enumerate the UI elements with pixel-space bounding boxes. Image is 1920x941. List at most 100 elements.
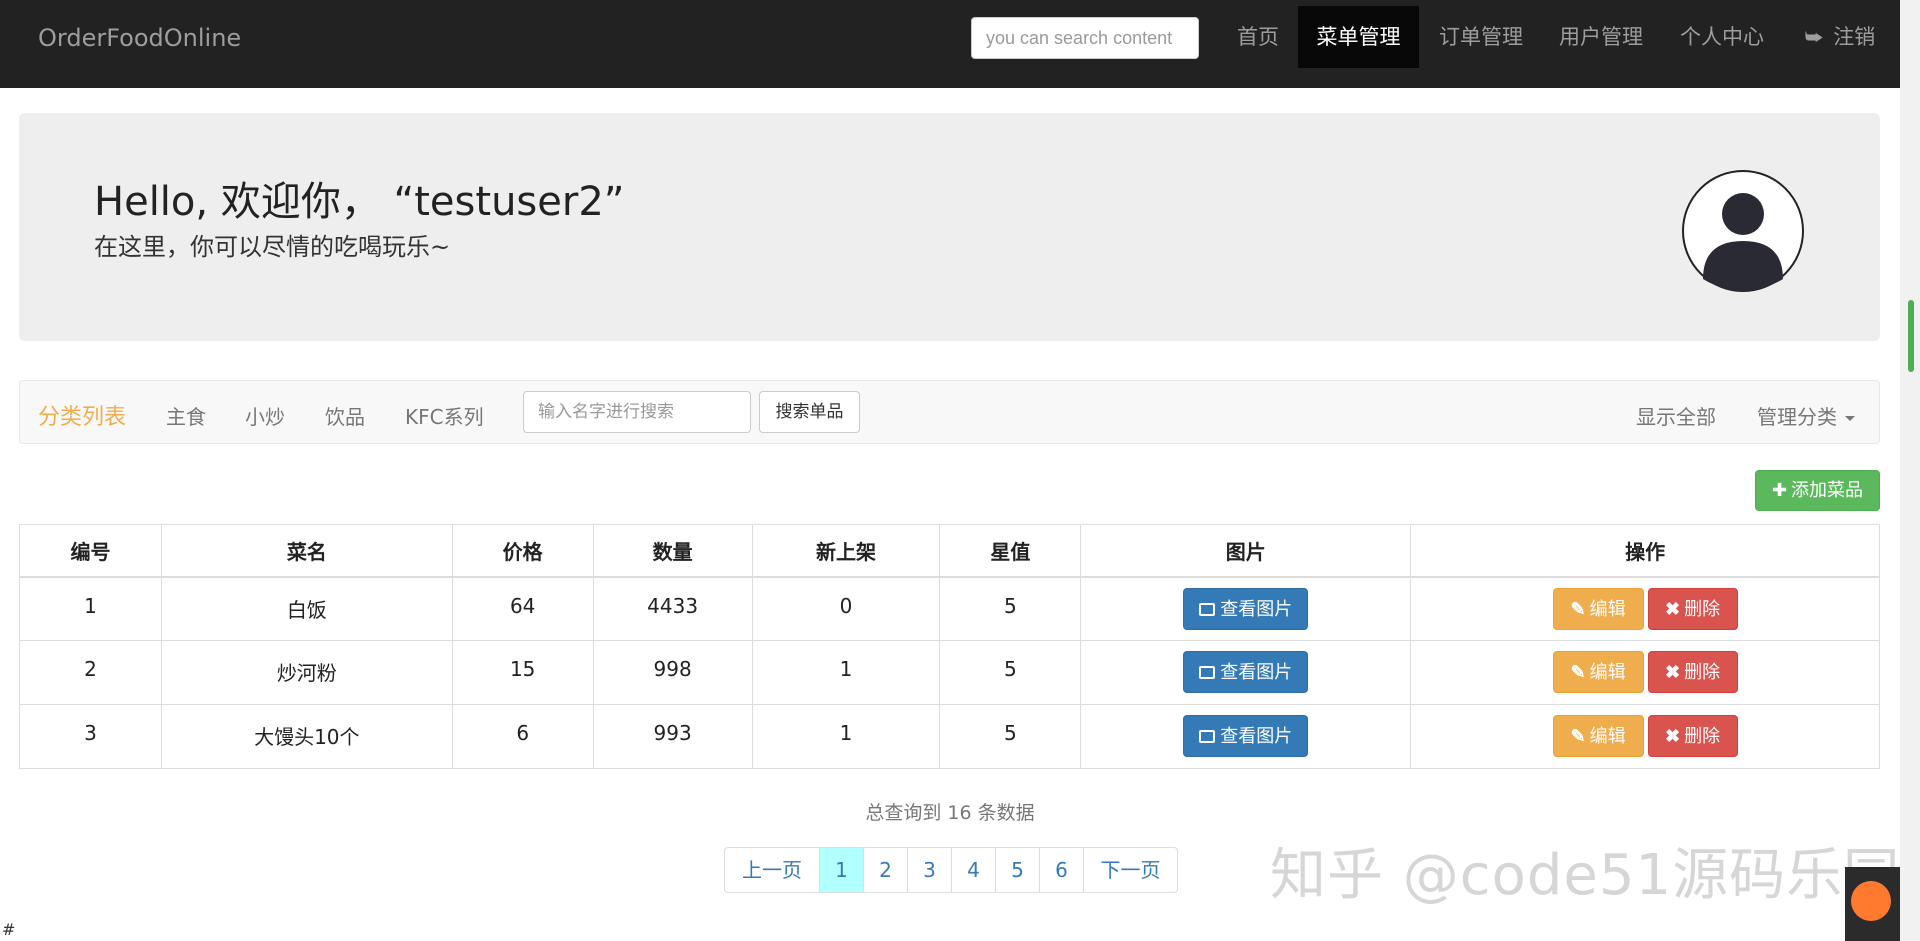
chevron-down-icon — [1845, 416, 1855, 421]
header-stars: 星值 — [939, 524, 1082, 578]
result-count: 总查询到 16 条数据 — [865, 802, 1035, 824]
nav-home[interactable]: 首页 — [1222, 6, 1294, 68]
welcome-subtitle: 在这里，你可以尽情的吃喝玩乐~ — [94, 233, 451, 261]
view-image-label: 查看图片 — [1220, 662, 1293, 682]
edit-button[interactable]: ✎ 编辑 — [1552, 651, 1644, 693]
welcome-heading: Hello, 欢迎你， “testuser2” — [94, 179, 625, 225]
pagination-page[interactable]: 3 — [907, 848, 951, 892]
header-new: 新上架 — [751, 524, 941, 578]
header-id: 编号 — [19, 524, 162, 578]
edit-button[interactable]: ✎ 编辑 — [1552, 715, 1644, 757]
welcome-panel: Hello, 欢迎你， “testuser2” 在这里，你可以尽情的吃喝玩乐~ — [19, 113, 1880, 341]
manage-category-label: 管理分类 — [1757, 405, 1837, 429]
cell-new: 1 — [751, 704, 941, 769]
cell-id: 3 — [19, 704, 162, 769]
category-staple[interactable]: 主食 — [166, 401, 206, 430]
add-dish-button[interactable]: ✚ 添加菜品 — [1755, 470, 1880, 511]
cell-name: 炒河粉 — [160, 640, 453, 705]
picture-icon — [1199, 666, 1216, 679]
cell-stars: 5 — [939, 640, 1082, 705]
cell-quantity: 4433 — [592, 576, 753, 641]
edit-label: 编辑 — [1589, 726, 1626, 746]
header-actions: 操作 — [1410, 524, 1880, 578]
cell-stars: 5 — [939, 704, 1082, 769]
cell-quantity: 998 — [592, 640, 753, 705]
user-avatar-icon — [1682, 170, 1804, 292]
category-list-title[interactable]: 分类列表 — [38, 399, 126, 431]
close-icon: ✖ — [1665, 662, 1681, 682]
scrollbar-thumb[interactable] — [1908, 300, 1914, 372]
show-all-link[interactable]: 显示全部 — [1636, 401, 1716, 430]
cell-actions: ✎ 编辑 ✖ 删除 — [1410, 640, 1880, 705]
nav-order-management[interactable]: 订单管理 — [1424, 6, 1538, 68]
app-logo-icon — [1851, 881, 1891, 921]
nav-user-management[interactable]: 用户管理 — [1545, 6, 1657, 68]
cell-image: 查看图片 — [1080, 576, 1412, 641]
edit-button[interactable]: ✎ 编辑 — [1552, 587, 1644, 630]
pencil-icon: ✎ — [1570, 598, 1586, 619]
nav-logout[interactable]: ⮩ 注销 — [1790, 6, 1890, 68]
header-price: 价格 — [451, 524, 594, 578]
corner-widget[interactable] — [1845, 867, 1900, 941]
cell-new: 0 — [751, 576, 941, 641]
pencil-icon: ✎ — [1570, 662, 1586, 682]
cell-image: 查看图片 — [1080, 704, 1412, 769]
page-scrollbar[interactable] — [1900, 0, 1920, 941]
category-drinks[interactable]: 饮品 — [325, 401, 365, 430]
dish-table: 编号 菜名 价格 数量 新上架 星值 图片 操作 1 白饭 64 4433 0 … — [19, 524, 1880, 769]
manage-category-dropdown[interactable]: 管理分类 — [1757, 401, 1855, 430]
cell-quantity: 993 — [592, 704, 753, 769]
dish-search-input[interactable] — [523, 391, 751, 433]
table-row: 3 大馒头10个 6 993 1 5 查看图片 ✎ 编辑 ✖ 删除 — [19, 704, 1880, 769]
pagination-page[interactable]: 6 — [1039, 848, 1083, 892]
delete-button[interactable]: ✖ 删除 — [1647, 651, 1738, 693]
picture-icon — [1199, 730, 1216, 743]
category-bar: 分类列表 主食 小炒 饮品 KFC系列 搜索单品 显示全部 管理分类 — [19, 380, 1880, 444]
plus-icon: ✚ — [1771, 480, 1788, 501]
cell-name: 白饭 — [160, 576, 453, 641]
pagination-page[interactable]: 2 — [863, 848, 907, 892]
close-icon: ✖ — [1665, 726, 1681, 746]
cell-id: 1 — [19, 576, 162, 641]
logout-icon: ⮩ — [1804, 25, 1824, 49]
table-header-row: 编号 菜名 价格 数量 新上架 星值 图片 操作 — [19, 524, 1880, 578]
view-image-label: 查看图片 — [1220, 598, 1293, 619]
view-image-button[interactable]: 查看图片 — [1183, 715, 1309, 757]
edit-label: 编辑 — [1589, 598, 1626, 619]
cell-actions: ✎ 编辑 ✖ 删除 — [1410, 576, 1880, 641]
pagination-page[interactable]: 5 — [995, 848, 1039, 892]
delete-label: 删除 — [1684, 598, 1721, 619]
pagination-page[interactable]: 4 — [951, 848, 995, 892]
cell-name: 大馒头10个 — [160, 704, 453, 769]
cell-image: 查看图片 — [1080, 640, 1412, 705]
dish-search-button[interactable]: 搜索单品 — [759, 391, 860, 433]
nav-personal-center[interactable]: 个人中心 — [1665, 6, 1779, 68]
pagination-prev[interactable]: 上一页 — [725, 848, 819, 892]
cell-actions: ✎ 编辑 ✖ 删除 — [1410, 704, 1880, 769]
close-icon: ✖ — [1665, 598, 1681, 619]
cell-id: 2 — [19, 640, 162, 705]
top-navbar: OrderFoodOnline 首页 菜单管理 订单管理 用户管理 个人中心 ⮩… — [0, 0, 1900, 88]
pagination-page[interactable]: 1 — [819, 848, 863, 892]
view-image-label: 查看图片 — [1220, 726, 1293, 746]
view-image-button[interactable]: 查看图片 — [1183, 651, 1309, 693]
cell-price: 6 — [451, 704, 594, 769]
header-image: 图片 — [1080, 524, 1412, 578]
category-stir-fry[interactable]: 小炒 — [245, 401, 285, 430]
brand-logo[interactable]: OrderFoodOnline — [38, 24, 241, 52]
global-search-input[interactable] — [971, 17, 1199, 59]
view-image-button[interactable]: 查看图片 — [1183, 587, 1309, 630]
pagination: 上一页 1 2 3 4 5 6 下一页 — [724, 847, 1178, 893]
delete-button[interactable]: ✖ 删除 — [1647, 587, 1738, 630]
nav-logout-label: 注销 — [1833, 25, 1876, 49]
table-row: 1 白饭 64 4433 0 5 查看图片 ✎ 编辑 ✖ 删除 — [19, 576, 1880, 641]
cell-stars: 5 — [939, 576, 1082, 641]
nav-menu-management[interactable]: 菜单管理 — [1298, 6, 1419, 68]
footer-hash: # — [2, 920, 16, 939]
category-kfc[interactable]: KFC系列 — [405, 401, 484, 430]
delete-label: 删除 — [1684, 726, 1721, 746]
pencil-icon: ✎ — [1570, 726, 1586, 746]
add-dish-label: 添加菜品 — [1791, 480, 1864, 501]
delete-button[interactable]: ✖ 删除 — [1647, 715, 1738, 757]
pagination-next[interactable]: 下一页 — [1083, 848, 1177, 892]
